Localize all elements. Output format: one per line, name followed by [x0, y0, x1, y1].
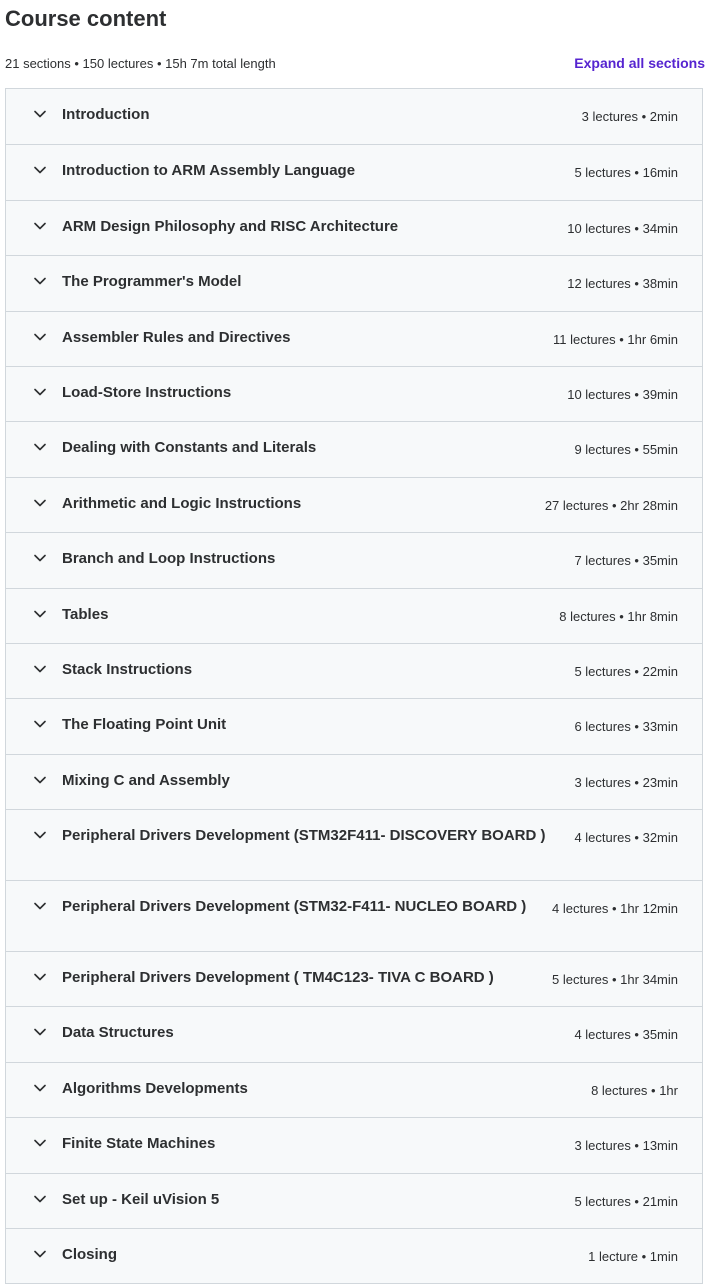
section-lecture-info: 8 lectures • 1hr 8min — [559, 608, 678, 624]
expand-all-sections-button[interactable]: Expand all sections — [574, 55, 705, 71]
section-row[interactable]: Closing 1 lecture • 1min — [6, 1228, 702, 1283]
section-title: ARM Design Philosophy and RISC Architect… — [62, 217, 399, 235]
section-row[interactable]: Stack Instructions 5 lectures • 22min — [6, 642, 702, 698]
section-lecture-info: 4 lectures • 1hr 12min — [552, 901, 678, 917]
section-title: The Programmer's Model — [62, 273, 242, 291]
chevron-down-icon — [33, 662, 47, 676]
chevron-down-icon — [33, 1192, 47, 1206]
chevron-down-icon — [33, 1136, 47, 1150]
section-title: Peripheral Drivers Development (STM32-F4… — [62, 898, 527, 916]
chevron-down-icon — [33, 1081, 47, 1095]
section-title: Algorithms Developments — [62, 1079, 248, 1097]
chevron-down-icon — [33, 899, 47, 913]
section-row[interactable]: Algorithms Developments 8 lectures • 1hr — [6, 1061, 702, 1117]
section-lecture-info: 5 lectures • 1hr 34min — [552, 972, 678, 988]
section-row[interactable]: Data Structures 4 lectures • 35min — [6, 1006, 702, 1061]
section-row[interactable]: Set up - Keil uVision 5 5 lectures • 21mi… — [6, 1172, 702, 1228]
section-row[interactable]: Branch and Loop Instructions 7 lectures •… — [6, 532, 702, 587]
chevron-down-icon — [33, 219, 47, 233]
section-title: Stack Instructions — [62, 660, 193, 678]
section-lecture-info: 3 lectures • 23min — [574, 774, 678, 790]
section-row[interactable]: ARM Design Philosophy and RISC Architect… — [6, 199, 702, 255]
section-row[interactable]: Load-Store Instructions 10 lectures • 39m… — [6, 365, 702, 421]
section-row[interactable]: Introduction 3 lectures • 2min — [6, 89, 702, 144]
section-row[interactable]: Peripheral Drivers Development (STM32F41… — [6, 809, 702, 880]
chevron-down-icon — [33, 163, 47, 177]
chevron-down-icon — [33, 970, 47, 984]
section-title: Data Structures — [62, 1024, 174, 1042]
chevron-down-icon — [33, 717, 47, 731]
section-row[interactable]: Arithmetic and Logic Instructions 27 lect… — [6, 476, 702, 532]
section-title: Introduction — [62, 106, 150, 123]
section-row[interactable]: The Floating Point Unit 6 lectures • 33mi… — [6, 698, 702, 753]
chevron-down-icon — [33, 330, 47, 344]
section-lecture-info: 5 lectures • 16min — [574, 165, 678, 181]
section-row[interactable]: Dealing with Constants and Literals 9 lec… — [6, 421, 702, 476]
section-title: Closing — [62, 1246, 117, 1264]
section-lecture-info: 7 lectures • 35min — [574, 553, 678, 569]
chevron-down-icon — [33, 385, 47, 399]
section-lecture-info: 4 lectures • 32min — [574, 830, 678, 846]
section-lecture-info: 3 lectures • 2min — [581, 109, 678, 124]
section-row[interactable]: Mixing C and Assembly 3 lectures • 23min — [6, 753, 702, 809]
chevron-down-icon — [33, 773, 47, 787]
course-summary: 21 sections • 150 lectures • 15h 7m tota… — [5, 55, 276, 71]
section-title: Peripheral Drivers Development (STM32F41… — [62, 827, 546, 845]
section-title: Arithmetic and Logic Instructions — [62, 494, 302, 512]
section-lecture-info: 6 lectures • 33min — [574, 719, 678, 735]
section-row[interactable]: Tables 8 lectures • 1hr 8min — [6, 587, 702, 643]
section-title: Mixing C and Assembly — [62, 771, 230, 789]
chevron-down-icon — [33, 551, 47, 565]
section-title: The Floating Point Unit — [62, 716, 227, 734]
section-row[interactable]: Peripheral Drivers Development ( TM4C123… — [6, 951, 702, 1006]
section-title: Set up - Keil uVision 5 — [62, 1190, 220, 1208]
section-row[interactable]: The Programmer's Model 12 lectures • 38mi… — [6, 255, 702, 310]
section-lecture-info: 12 lectures • 38min — [567, 276, 678, 292]
section-lecture-info: 11 lectures • 1hr 6min — [553, 331, 678, 347]
section-row[interactable]: Assembler Rules and Directives 11 lecture… — [6, 310, 702, 366]
section-title: Finite State Machines — [62, 1135, 216, 1153]
section-lecture-info: 4 lectures • 35min — [574, 1027, 678, 1043]
section-title: Branch and Loop Instructions — [62, 550, 276, 568]
chevron-down-icon — [33, 496, 47, 510]
chevron-down-icon — [33, 107, 47, 121]
section-lecture-info: 10 lectures • 34min — [567, 220, 678, 236]
section-lecture-info: 1 lecture • 1min — [588, 1249, 678, 1265]
section-lecture-info: 9 lectures • 55min — [574, 442, 678, 458]
section-lecture-info: 3 lectures • 13min — [574, 1138, 678, 1154]
section-lecture-info: 8 lectures • 1hr — [591, 1082, 678, 1098]
section-title: Dealing with Constants and Literals — [62, 439, 317, 457]
section-title: Load-Store Instructions — [62, 383, 232, 401]
chevron-down-icon — [33, 1025, 47, 1039]
page-title: Course content — [5, 6, 167, 31]
section-row[interactable]: Introduction to ARM Assembly Language 5 l… — [6, 144, 702, 199]
section-title: Introduction to ARM Assembly Language — [62, 162, 356, 180]
chevron-down-icon — [33, 274, 47, 288]
course-summary-row: 21 sections • 150 lectures • 15h 7m tota… — [5, 38, 705, 88]
section-lecture-info: 5 lectures • 21min — [574, 1193, 678, 1209]
section-list: Introduction 3 lectures • 2min Introductio… — [5, 88, 703, 1284]
section-row[interactable]: Finite State Machines 3 lectures • 13min — [6, 1117, 702, 1172]
section-title: Peripheral Drivers Development ( TM4C123… — [62, 969, 494, 987]
chevron-down-icon — [33, 828, 47, 842]
section-lecture-info: 27 lectures • 2hr 28min — [544, 497, 678, 513]
course-content-panel: Course content 21 sections • 150 lecture… — [0, 0, 705, 1284]
section-title: Tables — [62, 605, 109, 623]
section-title: Assembler Rules and Directives — [62, 328, 291, 346]
chevron-down-icon — [33, 440, 47, 454]
chevron-down-icon — [33, 607, 47, 621]
section-lecture-info: 5 lectures • 22min — [574, 663, 678, 679]
chevron-down-icon — [33, 1247, 47, 1261]
section-row[interactable]: Peripheral Drivers Development (STM32-F4… — [6, 880, 702, 951]
section-lecture-info: 10 lectures • 39min — [567, 386, 678, 402]
